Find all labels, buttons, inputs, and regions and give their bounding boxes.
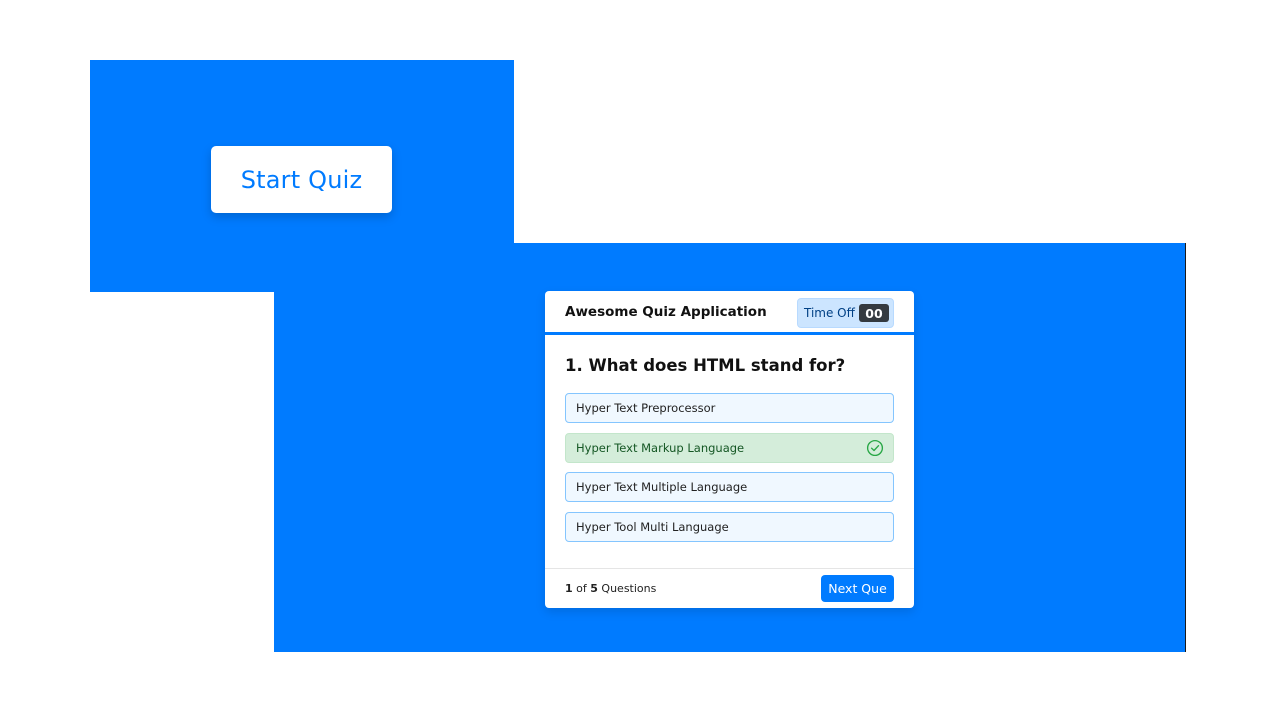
start-quiz-button[interactable]: Start Quiz [211,146,392,213]
counter-of: of [576,582,587,595]
option-2-correct[interactable]: Hyper Text Markup Language [565,433,894,463]
option-3[interactable]: Hyper Text Multiple Language [565,472,894,502]
option-4[interactable]: Hyper Tool Multi Language [565,512,894,542]
question-number: 1. [565,356,583,375]
quiz-header: Awesome Quiz Application Time Off 00 [545,291,914,335]
option-label: Hyper Tool Multi Language [576,520,729,534]
total-questions: 5 [590,582,598,595]
quiz-footer: 1 of 5 Questions Next Que [545,568,914,608]
question-counter: 1 of 5 Questions [565,582,656,595]
current-question: 1 [565,582,573,595]
option-label: Hyper Text Markup Language [576,441,745,455]
timer-seconds: 00 [859,304,889,322]
question-body: What does HTML stand for? [588,356,846,375]
timer: Time Off 00 [797,298,894,328]
option-1[interactable]: Hyper Text Preprocessor [565,393,894,423]
timer-label: Time Off [804,306,855,320]
next-question-button[interactable]: Next Que [821,575,894,602]
quiz-panel: Awesome Quiz Application Time Off 00 1. … [274,243,1186,652]
option-label: Hyper Text Multiple Language [576,480,748,494]
counter-suffix: Questions [601,582,657,595]
quiz-box: Awesome Quiz Application Time Off 00 1. … [545,291,914,608]
check-circle-icon [866,439,884,457]
quiz-title: Awesome Quiz Application [565,304,767,320]
option-label: Hyper Text Preprocessor [576,401,716,415]
question-text: 1. What does HTML stand for? [565,356,845,375]
